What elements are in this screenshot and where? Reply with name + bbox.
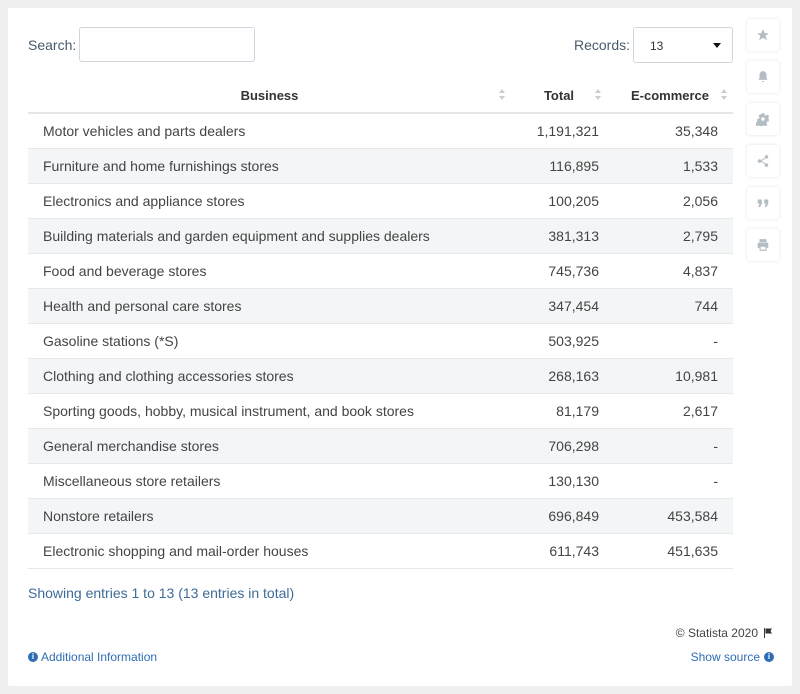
favorite-button[interactable] bbox=[747, 19, 779, 51]
cite-button[interactable] bbox=[747, 187, 779, 219]
search-label: Search: bbox=[28, 37, 77, 53]
cell-ecommerce: 10,981 bbox=[607, 358, 733, 394]
copyright: © Statista 2020 bbox=[676, 626, 774, 640]
show-source-label: Show source bbox=[690, 650, 760, 664]
cell-business: Motor vehicles and parts dealers bbox=[28, 113, 511, 149]
cell-business: General merchandise stores bbox=[28, 428, 511, 464]
cell-ecommerce: 4,837 bbox=[607, 253, 733, 289]
cell-total: 1,191,321 bbox=[511, 113, 607, 149]
cell-ecommerce: 2,795 bbox=[607, 218, 733, 254]
table-row: Sporting goods, hobby, musical instrumen… bbox=[28, 393, 733, 429]
cell-ecommerce: 744 bbox=[607, 288, 733, 324]
data-table: Business Total E-commerce Motor vehicles… bbox=[28, 78, 733, 569]
table-row: Health and personal care stores 347,454 74… bbox=[28, 288, 733, 324]
table-row: Gasoline stations (*S) 503,925- bbox=[28, 323, 733, 359]
bell-icon bbox=[758, 71, 768, 83]
copyright-text: © Statista 2020 bbox=[675, 626, 758, 640]
cell-business: Furniture and home furnishings stores bbox=[28, 148, 511, 184]
share-button[interactable] bbox=[747, 145, 779, 177]
entries-summary: Showing entries 1 to 13 (13 entries in t… bbox=[28, 585, 295, 601]
info-icon: i bbox=[28, 652, 38, 662]
cell-business: Gasoline stations (*S) bbox=[28, 323, 511, 359]
cell-ecommerce: 451,635 bbox=[607, 533, 733, 569]
table-row: Clothing and clothing accessories stores… bbox=[28, 358, 733, 394]
chevron-down-icon bbox=[713, 43, 721, 48]
cell-total: 503,925 bbox=[511, 323, 607, 359]
cell-business: Building materials and garden equipment … bbox=[28, 218, 511, 254]
cell-total: 745,736 bbox=[511, 253, 607, 289]
table-body: Motor vehicles and parts dealers 1,191,32… bbox=[28, 113, 733, 569]
cell-ecommerce: - bbox=[607, 463, 733, 499]
column-header-ecommerce[interactable]: E-commerce bbox=[607, 78, 733, 114]
table-row: General merchandise stores 706,298- bbox=[28, 428, 733, 464]
column-header-label: Total bbox=[543, 87, 575, 103]
table-row: Electronic shopping and mail-order house… bbox=[28, 533, 733, 569]
side-toolbar bbox=[747, 19, 780, 271]
table-row: Motor vehicles and parts dealers 1,191,32… bbox=[28, 113, 733, 149]
cell-total: 268,163 bbox=[511, 358, 607, 394]
records-label: Records: bbox=[574, 37, 631, 53]
star-icon bbox=[757, 29, 769, 41]
additional-information-label: Additional Information bbox=[41, 650, 158, 664]
table-row: Electronics and appliance stores 100,205 2… bbox=[28, 183, 733, 219]
print-button[interactable] bbox=[747, 229, 779, 261]
quote-icon bbox=[757, 199, 769, 208]
sort-icon bbox=[595, 89, 602, 102]
cell-total: 81,179 bbox=[511, 393, 607, 429]
cell-total: 347,454 bbox=[511, 288, 607, 324]
search-input[interactable] bbox=[79, 27, 255, 62]
table-row: Furniture and home furnishings stores 116… bbox=[28, 148, 733, 184]
cell-business: Miscellaneous store retailers bbox=[28, 463, 511, 499]
cell-ecommerce: 2,056 bbox=[607, 183, 733, 219]
print-icon bbox=[757, 239, 769, 251]
cell-total: 116,895 bbox=[511, 148, 607, 184]
notification-button[interactable] bbox=[747, 61, 779, 93]
gear-icon bbox=[756, 113, 770, 126]
cell-ecommerce: 35,348 bbox=[607, 113, 733, 149]
cell-business: Sporting goods, hobby, musical instrumen… bbox=[28, 393, 511, 429]
cell-total: 381,313 bbox=[511, 218, 607, 254]
cell-business: Nonstore retailers bbox=[28, 498, 511, 534]
records-value: 13 bbox=[650, 39, 664, 53]
table-header-row: Business Total E-commerce bbox=[28, 78, 733, 114]
cell-ecommerce: - bbox=[607, 323, 733, 359]
cell-total: 696,849 bbox=[511, 498, 607, 534]
table-row: Miscellaneous store retailers 130,130- bbox=[28, 463, 733, 499]
column-header-label: Business bbox=[240, 87, 299, 103]
cell-total: 130,130 bbox=[511, 463, 607, 499]
cell-business: Health and personal care stores bbox=[28, 288, 511, 324]
sort-icon bbox=[721, 89, 728, 102]
table-row: Food and beverage stores 745,736 4,837 bbox=[28, 253, 733, 289]
column-header-label: E-commerce bbox=[630, 87, 710, 103]
cell-business: Electronic shopping and mail-order house… bbox=[28, 533, 511, 569]
flag-icon[interactable] bbox=[762, 627, 774, 639]
settings-button[interactable] bbox=[747, 103, 779, 135]
info-icon: i bbox=[764, 652, 774, 662]
column-header-total[interactable]: Total bbox=[511, 78, 607, 114]
records-select[interactable]: 13 bbox=[633, 27, 733, 63]
cell-business: Food and beverage stores bbox=[28, 253, 511, 289]
additional-information-link[interactable]: i Additional Information bbox=[28, 650, 157, 664]
column-header-business[interactable]: Business bbox=[28, 78, 511, 114]
cell-ecommerce: - bbox=[607, 428, 733, 464]
show-source-link[interactable]: Show source i bbox=[691, 650, 774, 664]
share-icon bbox=[757, 155, 769, 167]
cell-total: 611,743 bbox=[511, 533, 607, 569]
table-row: Building materials and garden equipment … bbox=[28, 218, 733, 254]
cell-ecommerce: 453,584 bbox=[607, 498, 733, 534]
cell-total: 706,298 bbox=[511, 428, 607, 464]
cell-ecommerce: 2,617 bbox=[607, 393, 733, 429]
cell-business: Electronics and appliance stores bbox=[28, 183, 511, 219]
cell-total: 100,205 bbox=[511, 183, 607, 219]
cell-business: Clothing and clothing accessories stores bbox=[28, 358, 511, 394]
sort-icon bbox=[499, 89, 506, 102]
table-row: Nonstore retailers 696,849 453,584 bbox=[28, 498, 733, 534]
cell-ecommerce: 1,533 bbox=[607, 148, 733, 184]
